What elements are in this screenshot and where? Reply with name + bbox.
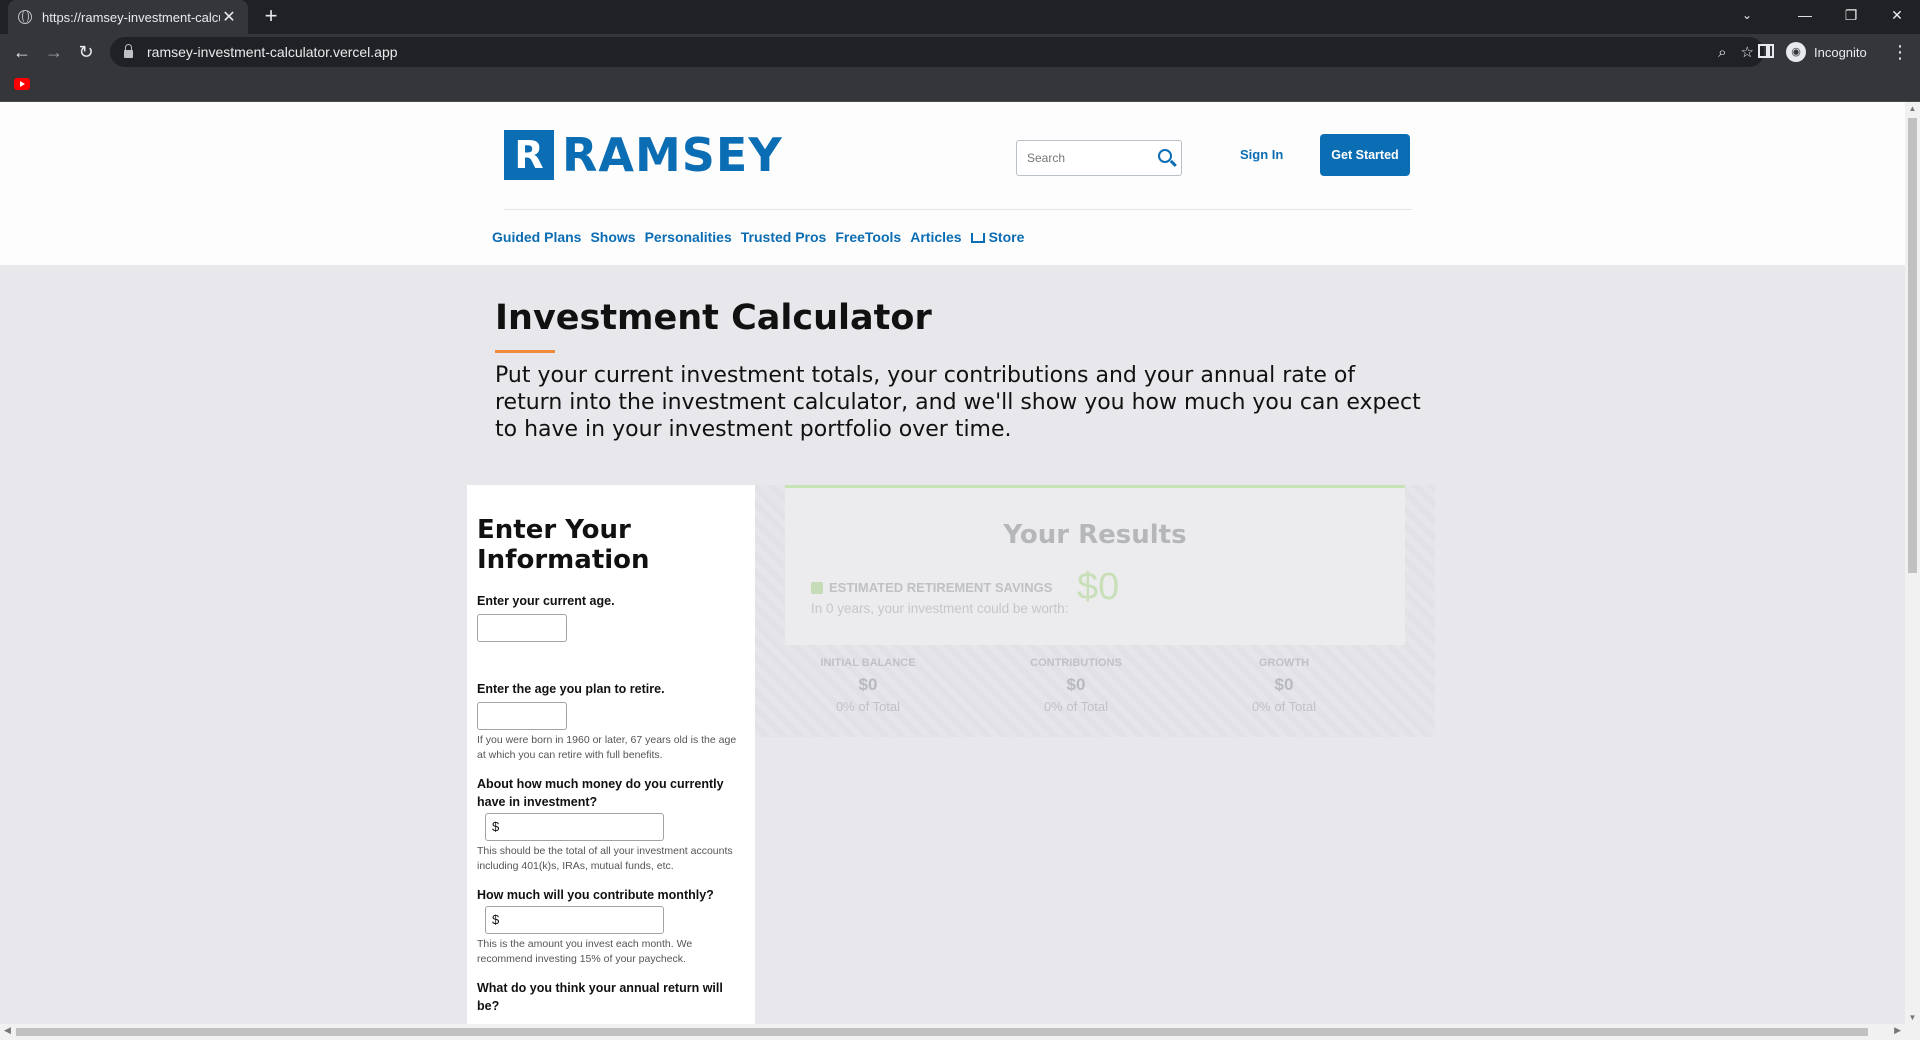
monthly-contribution-input[interactable]: $ <box>485 906 664 934</box>
nav-store-label: Store <box>988 229 1025 245</box>
browser-toolbar: ← → ↻ ramsey-investment-calculator.verce… <box>0 34 1920 70</box>
input-form: Enter Your Information Enter your curren… <box>467 485 755 1024</box>
horizontal-scroll-thumb[interactable] <box>16 1028 1868 1036</box>
tab-title: https://ramsey-investment-calcul <box>42 9 220 25</box>
breakdown-label: CONTRIBUTIONS <box>1030 657 1122 669</box>
ramsey-logo[interactable]: R RAMSEY <box>504 130 783 180</box>
monthly-contribution-hint: This is the amount you invest each month… <box>477 938 693 965</box>
lock-icon <box>124 44 133 58</box>
close-icon[interactable]: ✕ <box>220 7 238 27</box>
breakdown-percent: 0% of Total <box>1043 699 1109 714</box>
current-age-label: Enter your current age. <box>477 594 615 608</box>
incognito-icon: ◉ <box>1786 42 1806 62</box>
reload-icon[interactable]: ↻ <box>72 38 100 66</box>
contributions-breakdown: CONTRIBUTIONS $0 0% of Total <box>996 657 1156 714</box>
scroll-down-icon[interactable]: ▼ <box>1908 1013 1917 1022</box>
breakdown-label: INITIAL BALANCE <box>820 657 916 669</box>
scroll-right-icon[interactable]: ▶ <box>1894 1025 1901 1036</box>
browser-tab[interactable]: https://ramsey-investment-calcul ✕ <box>8 0 248 34</box>
currency-prefix: $ <box>492 819 500 834</box>
currency-prefix: $ <box>492 912 500 927</box>
logo-mark: R <box>504 130 554 180</box>
close-window-icon[interactable]: ✕ <box>1874 0 1920 30</box>
nav-store[interactable]: Store <box>970 229 1025 245</box>
scrollbar-corner <box>1905 1024 1920 1040</box>
breakdown-label: GROWTH <box>1258 657 1310 669</box>
minimize-icon[interactable]: — <box>1782 0 1828 30</box>
annual-return-label: What do you think your annual return wil… <box>477 981 723 1013</box>
forward-icon[interactable]: → <box>40 38 68 66</box>
vertical-scrollbar[interactable]: ▲ ▼ <box>1905 102 1920 1024</box>
url-text: ramsey-investment-calculator.vercel.app <box>147 44 398 60</box>
nav-freetools[interactable]: FreeTools <box>835 229 901 245</box>
tab-search-icon[interactable]: ⌄ <box>1724 0 1770 30</box>
back-icon[interactable]: ← <box>8 38 36 66</box>
header-divider <box>504 209 1412 210</box>
breakdown-percent: 0% of Total <box>835 699 901 714</box>
breakdown-value: $0 <box>1274 675 1294 694</box>
new-tab-button[interactable]: + <box>258 4 284 30</box>
cart-icon <box>970 233 985 243</box>
zoom-icon[interactable]: ⌕ <box>1718 44 1726 61</box>
breakdown-value: $0 <box>1066 675 1086 694</box>
nav-trusted-pros[interactable]: Trusted Pros <box>741 229 827 245</box>
sign-in-link[interactable]: Sign In <box>1240 147 1283 162</box>
page-title: Investment Calculator <box>495 298 932 338</box>
current-age-input[interactable] <box>477 614 567 642</box>
nav-personalities[interactable]: Personalities <box>645 229 732 245</box>
retire-age-label: Enter the age you plan to retire. <box>477 682 665 696</box>
search-icon[interactable] <box>1158 149 1172 163</box>
estimated-savings-value: $0 <box>1077 566 1120 608</box>
get-started-button[interactable]: Get Started <box>1320 134 1410 176</box>
main-nav: Guided Plans Shows Personalities Trusted… <box>492 229 1024 245</box>
bookmark-star-icon[interactable]: ☆ <box>1741 43 1754 61</box>
retire-age-input[interactable] <box>477 702 567 730</box>
results-title: Your Results <box>1003 520 1187 550</box>
estimated-savings-subtext: In 0 years, your investment could be wor… <box>811 601 1069 616</box>
scroll-up-icon[interactable]: ▲ <box>1908 104 1917 113</box>
initial-balance-breakdown: INITIAL BALANCE $0 0% of Total <box>788 657 948 714</box>
page-viewport: R RAMSEY Search Sign In Get Started Guid… <box>0 102 1905 1024</box>
form-title: Enter Your Information <box>477 515 650 575</box>
bookmarks-bar <box>0 70 1920 102</box>
nav-guided-plans[interactable]: Guided Plans <box>492 229 581 245</box>
search-placeholder: Search <box>1027 151 1066 165</box>
current-investment-label: About how much money do you currently ha… <box>477 777 724 809</box>
results-chart-area <box>755 737 1435 1024</box>
current-investment-input[interactable]: $ <box>485 813 664 841</box>
browser-tabstrip: https://ramsey-investment-calcul ✕ + ⌄ —… <box>0 0 1920 34</box>
restore-icon[interactable]: ❐ <box>1828 0 1874 30</box>
monthly-contribution-label: How much will you contribute monthly? <box>477 888 714 902</box>
horizontal-scrollbar[interactable]: ◀ ▶ <box>0 1024 1905 1040</box>
scroll-left-icon[interactable]: ◀ <box>4 1025 11 1036</box>
retire-hint: If you were born in 1960 or later, 67 ye… <box>477 734 737 761</box>
breakdown-percent: 0% of Total <box>1251 699 1317 714</box>
incognito-profile[interactable]: ◉ Incognito <box>1786 37 1867 67</box>
browser-menu-icon[interactable]: ⋮ <box>1890 38 1910 66</box>
side-panel-icon[interactable] <box>1758 44 1774 58</box>
window-controls: — ❐ ✕ <box>1782 0 1920 30</box>
growth-breakdown: GROWTH $0 0% of Total <box>1204 657 1364 714</box>
current-investment-hint: This should be the total of all your inv… <box>477 845 733 872</box>
youtube-icon[interactable] <box>14 78 30 90</box>
vertical-scroll-thumb[interactable] <box>1908 118 1917 573</box>
estimated-savings-label: ESTIMATED RETIREMENT SAVINGS <box>829 580 1053 595</box>
incognito-label: Incognito <box>1814 44 1867 60</box>
breakdown-value: $0 <box>858 675 878 694</box>
logo-text: RAMSEY <box>562 128 783 182</box>
nav-articles[interactable]: Articles <box>910 229 961 245</box>
coins-icon <box>811 581 823 594</box>
globe-icon <box>18 10 32 24</box>
nav-shows[interactable]: Shows <box>590 229 635 245</box>
site-header: R RAMSEY Search Sign In Get Started Guid… <box>0 102 1905 265</box>
intro-text: Put your current investment totals, your… <box>495 363 1421 442</box>
estimated-savings-row: ESTIMATED RETIREMENT SAVINGS <box>811 580 1052 595</box>
title-underline <box>495 350 555 353</box>
results-card: Your Results ESTIMATED RETIREMENT SAVING… <box>785 485 1405 645</box>
search-input[interactable]: Search <box>1016 140 1182 176</box>
address-bar[interactable]: ramsey-investment-calculator.vercel.app … <box>110 37 1764 67</box>
